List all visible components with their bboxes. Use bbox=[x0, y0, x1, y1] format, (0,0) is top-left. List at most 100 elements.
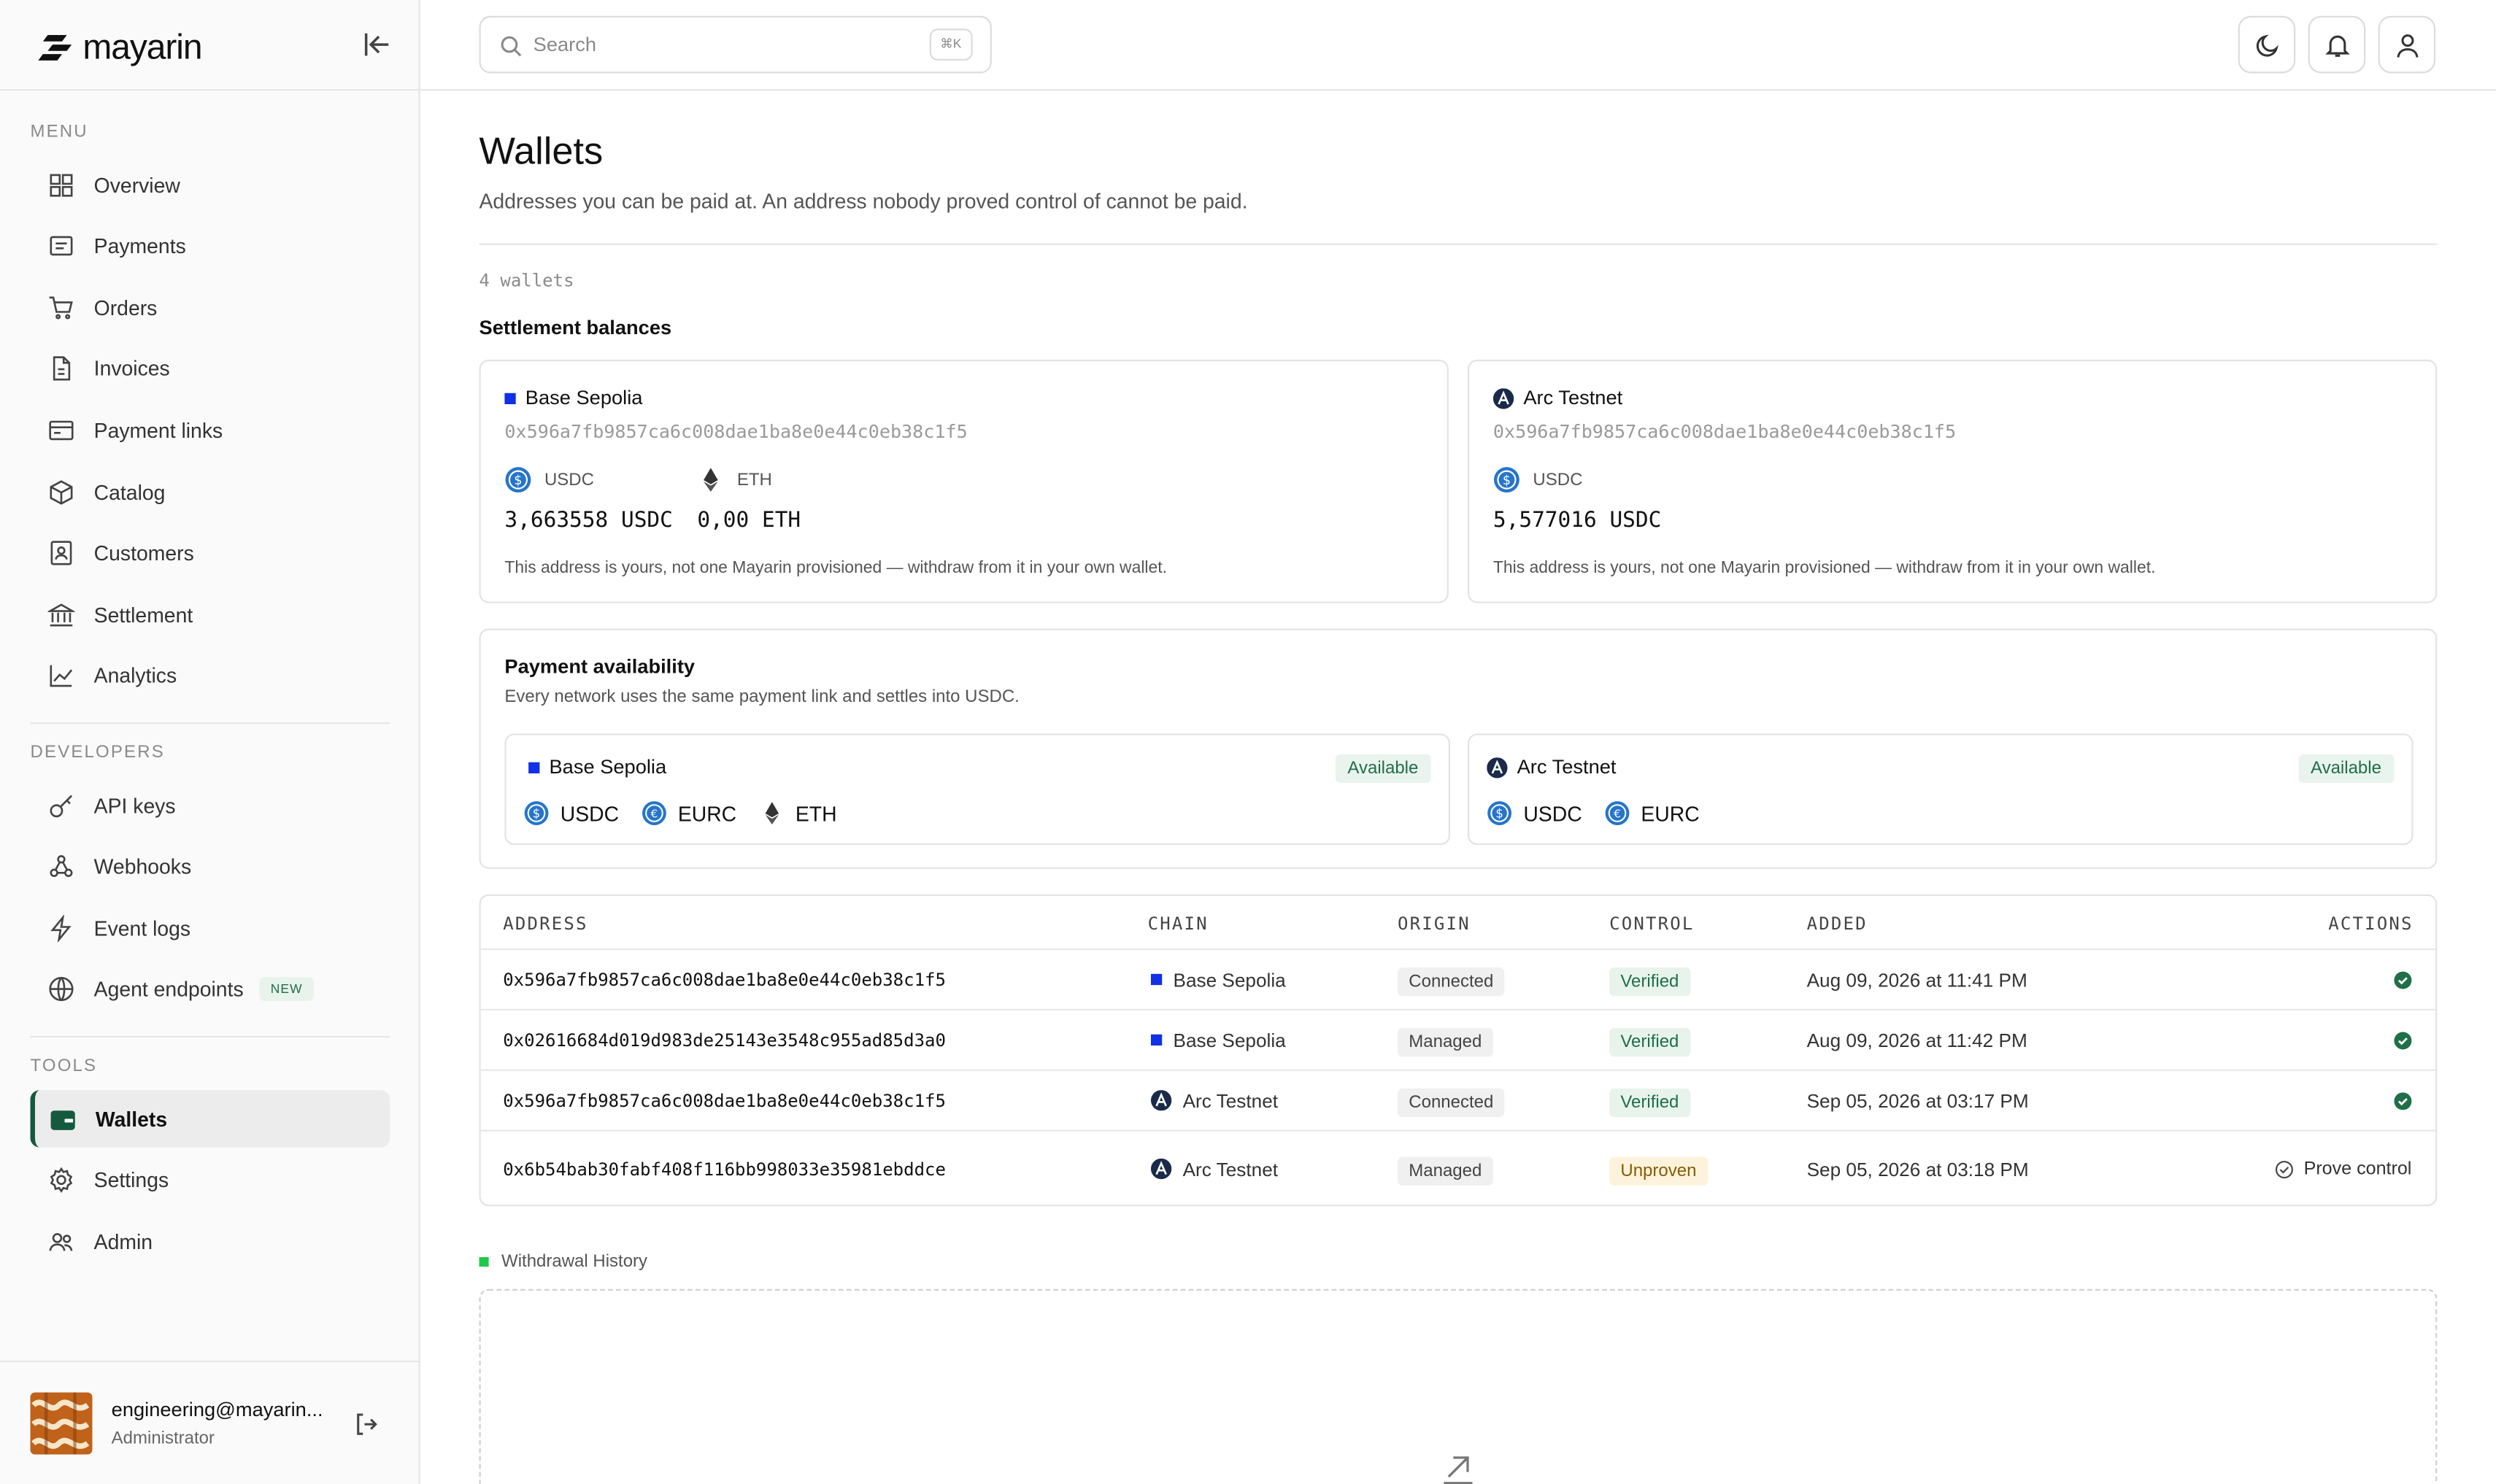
table-row[interactable]: 0x596a7fb9857ca6c008dae1ba8e0e44c0eb38c1… bbox=[480, 948, 2436, 1009]
sidebar-item-wallets[interactable]: Wallets bbox=[30, 1090, 390, 1148]
sidebar-item-orders[interactable]: Orders bbox=[30, 279, 390, 336]
wallet-address: 0x02616684d019d983de25143e3548c955ad85d3… bbox=[503, 1029, 946, 1051]
sidebar-item-event-logs[interactable]: Event logs bbox=[30, 900, 390, 957]
added-date: Aug 09, 2026 at 11:42 PM bbox=[1806, 1029, 2027, 1051]
wallet-count: 4 wallets bbox=[479, 270, 574, 292]
ownership-note: This address is yours, not one Mayarin p… bbox=[1492, 558, 2156, 578]
sidebar-item-label: Orders bbox=[93, 295, 158, 320]
sidebar-item-label: Overview bbox=[93, 172, 180, 197]
sidebar-item-payments[interactable]: Payments bbox=[30, 217, 390, 275]
bolt-icon bbox=[50, 914, 72, 942]
page-subtitle: Addresses you can be paid at. An address… bbox=[479, 189, 1248, 214]
sidebar-item-overview[interactable]: Overview bbox=[30, 156, 390, 214]
sidebar-item-label: Settings bbox=[93, 1168, 169, 1192]
collapse-sidebar-icon[interactable] bbox=[361, 28, 393, 61]
sidebar-item-customers[interactable]: Customers bbox=[30, 525, 390, 582]
token-chip-eth: ETH bbox=[759, 800, 837, 826]
profile-button[interactable] bbox=[2378, 15, 2436, 74]
chain-cell: Arc Testnet bbox=[1150, 1089, 1278, 1112]
arc-icon bbox=[1150, 1158, 1172, 1180]
control-badge: Verified bbox=[1609, 1027, 1690, 1056]
contacts-icon bbox=[50, 541, 72, 565]
usdc-icon: $ bbox=[505, 467, 531, 493]
search-input[interactable]: Search ⌘K bbox=[479, 15, 992, 74]
sidebar-item-invoices[interactable]: Invoices bbox=[30, 340, 390, 398]
added-date: Aug 09, 2026 at 11:41 PM bbox=[1806, 968, 2027, 991]
balance-card-base-sepolia: Base Sepolia 0x596a7fb9857ca6c008dae1ba8… bbox=[479, 359, 1449, 603]
wallet-address: 0x596a7fb9857ca6c008dae1ba8e0e44c0eb38c1… bbox=[503, 969, 946, 990]
origin-badge: Managed bbox=[1398, 1027, 1493, 1056]
page-title: Wallets bbox=[479, 130, 604, 174]
verified-check-icon bbox=[2394, 1031, 2412, 1049]
col-header-chain: CHAIN bbox=[1147, 913, 1209, 935]
col-header-added: ADDED bbox=[1806, 913, 1868, 935]
tools-section-label: TOOLS bbox=[30, 1056, 98, 1076]
added-date: Sep 05, 2026 at 03:18 PM bbox=[1806, 1157, 2029, 1180]
avatar[interactable] bbox=[30, 1392, 93, 1455]
menu-section-label: MENU bbox=[30, 122, 88, 142]
logout-icon[interactable] bbox=[353, 1412, 379, 1437]
usdc-icon: $ bbox=[1487, 801, 1512, 825]
search-placeholder: Search bbox=[533, 33, 597, 56]
sidebar-item-admin[interactable]: Admin bbox=[30, 1213, 390, 1270]
network-name: Base Sepolia bbox=[504, 387, 642, 409]
sidebar-item-label: Analytics bbox=[93, 664, 177, 688]
status-dot-icon bbox=[479, 1257, 489, 1267]
availability-subtitle: Every network uses the same payment link… bbox=[504, 687, 1020, 707]
user-panel: engineering@mayarin... Administrator bbox=[0, 1360, 419, 1484]
control-badge: Verified bbox=[1609, 1087, 1690, 1117]
col-header-actions: ACTIONS bbox=[2328, 913, 2414, 935]
origin-badge: Connected bbox=[1398, 967, 1505, 996]
token-chip-eurc: € EURC bbox=[1604, 800, 1700, 826]
brand-name: mayarin bbox=[82, 27, 202, 67]
logo[interactable]: mayarin bbox=[38, 27, 203, 69]
table-row[interactable]: 0x02616684d019d983de25143e3548c955ad85d3… bbox=[480, 1008, 2436, 1070]
sidebar-item-catalog[interactable]: Catalog bbox=[30, 463, 390, 521]
sidebar-item-agent-endpoints[interactable]: Agent endpoints NEW bbox=[30, 961, 390, 1019]
sidebar-item-label: Event logs bbox=[93, 916, 191, 940]
network-name: Base Sepolia bbox=[528, 756, 666, 778]
token-chip-usdc: $ USDC bbox=[524, 800, 619, 826]
base-sepolia-icon bbox=[1150, 973, 1163, 986]
topbar: Search ⌘K bbox=[420, 0, 2496, 91]
notifications-button[interactable] bbox=[2308, 15, 2366, 74]
prove-control-button[interactable]: Prove control bbox=[2275, 1159, 2411, 1178]
sidebar-item-label: Customers bbox=[93, 541, 194, 565]
payment-availability-card: Payment availability Every network uses … bbox=[479, 628, 2438, 869]
availability-title: Payment availability bbox=[504, 655, 696, 679]
developers-section-label: DEVELOPERS bbox=[30, 743, 165, 762]
token-eth: ETH bbox=[697, 466, 772, 493]
table-row[interactable]: 0x596a7fb9857ca6c008dae1ba8e0e44c0eb38c1… bbox=[480, 1069, 2436, 1130]
bank-icon bbox=[47, 603, 75, 626]
sidebar-item-webhooks[interactable]: Webhooks bbox=[30, 838, 390, 896]
sidebar-item-label: Invoices bbox=[93, 357, 170, 381]
grid-icon bbox=[50, 173, 73, 196]
sidebar-item-analytics[interactable]: Analytics bbox=[30, 647, 390, 705]
token-usdc: $ USDC bbox=[1493, 466, 1582, 493]
bell-icon bbox=[2325, 35, 2350, 57]
settlement-balances-title: Settlement balances bbox=[479, 317, 672, 339]
sidebar-item-label: Wallets bbox=[95, 1106, 168, 1131]
availability-base-sepolia: Base Sepolia Available $ USDC € EURC ETH bbox=[504, 733, 1451, 846]
sidebar-item-settlement[interactable]: Settlement bbox=[30, 586, 390, 644]
network-name: Arc Testnet bbox=[1492, 387, 1622, 409]
sidebar-item-label: Webhooks bbox=[93, 854, 192, 879]
users-icon bbox=[49, 1232, 73, 1251]
svg-text:$: $ bbox=[514, 474, 522, 488]
col-header-address: ADDRESS bbox=[503, 913, 588, 935]
eurc-icon: € bbox=[642, 801, 666, 825]
balance-card-arc-testnet: Arc Testnet 0x596a7fb9857ca6c008dae1ba8e… bbox=[1467, 359, 2438, 603]
user-role: Administrator bbox=[111, 1429, 215, 1448]
brand-bar: mayarin bbox=[0, 0, 419, 91]
wallet-icon bbox=[50, 1110, 75, 1129]
network-name: Arc Testnet bbox=[1487, 756, 1617, 778]
status-badge: Available bbox=[1334, 754, 1431, 784]
sidebar-item-settings[interactable]: Settings bbox=[30, 1151, 390, 1209]
eurc-icon: € bbox=[1605, 801, 1630, 825]
sidebar-item-api-keys[interactable]: API keys bbox=[30, 776, 390, 834]
table-row[interactable]: 0x6b54bab30fabf408f116bb998033e35981ebdd… bbox=[480, 1129, 2436, 1205]
sidebar-item-payment-links[interactable]: Payment links bbox=[30, 401, 390, 459]
origin-badge: Managed bbox=[1398, 1156, 1493, 1185]
globe-icon bbox=[49, 977, 74, 1002]
theme-toggle-button[interactable] bbox=[2238, 15, 2296, 74]
